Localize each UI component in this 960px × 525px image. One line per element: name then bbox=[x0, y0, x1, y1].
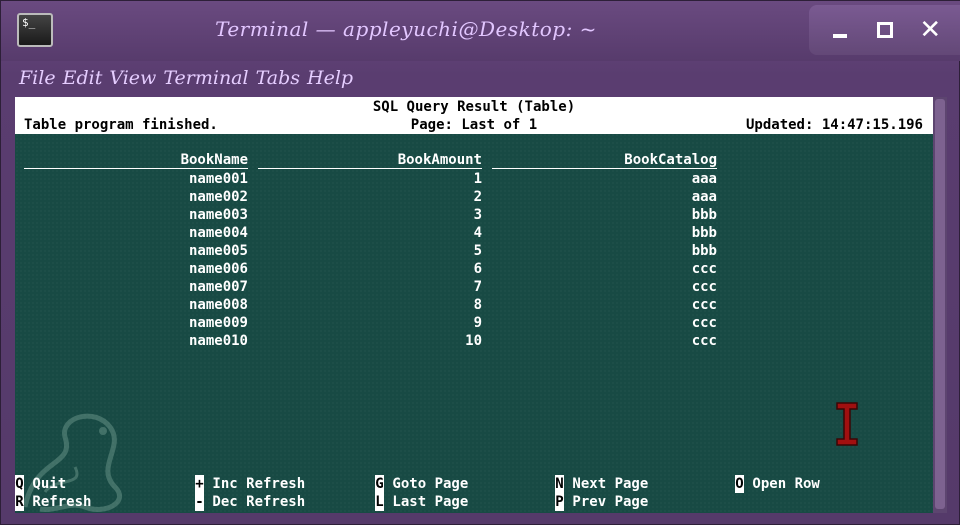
menu-help[interactable]: Help bbox=[307, 67, 353, 89]
cell-bookcatalog: ccc bbox=[691, 297, 717, 313]
close-icon: ✕ bbox=[919, 15, 942, 45]
cell-bookcatalog: ccc bbox=[691, 315, 717, 331]
terminal-output[interactable]: SQL Query Result (Table) Table program f… bbox=[15, 97, 933, 513]
cell-bookcatalog: ccc bbox=[691, 261, 717, 277]
shortcut-inc-refresh[interactable]: + Inc Refresh bbox=[195, 475, 305, 493]
shortcut-last-page[interactable]: L Last Page bbox=[375, 493, 468, 511]
maximize-icon bbox=[876, 22, 893, 38]
menu-view[interactable]: View bbox=[109, 67, 156, 89]
cell-bookcatalog: bbb bbox=[691, 207, 717, 223]
cell-bookcatalog: ccc bbox=[691, 333, 717, 349]
scrollbar-thumb[interactable] bbox=[935, 99, 945, 509]
shortcut-prev-page[interactable]: P Prev Page bbox=[555, 493, 648, 511]
cell-bookamount: 10 bbox=[465, 333, 482, 349]
cell-bookname: name006 bbox=[188, 261, 248, 277]
updated-timestamp: Updated: 14:47:15.196 bbox=[745, 117, 923, 133]
cell-bookname: name003 bbox=[188, 207, 248, 223]
menu-terminal[interactable]: Terminal bbox=[163, 67, 248, 89]
window-title: Terminal — appleyuchi@Desktop: ~ bbox=[215, 17, 597, 41]
shortcut-goto-page[interactable]: G Goto Page bbox=[375, 475, 468, 493]
result-title: SQL Query Result (Table) bbox=[372, 99, 576, 115]
cell-bookamount: 7 bbox=[473, 279, 482, 295]
maximize-button[interactable] bbox=[868, 13, 902, 47]
column-header-bookname: BookName bbox=[24, 152, 248, 169]
cell-bookamount: 5 bbox=[473, 243, 482, 259]
window-controls: ✕ bbox=[809, 5, 960, 55]
column-header-bookcatalog: BookCatalog bbox=[492, 152, 717, 169]
keyboard-shortcuts: Q Quit R Refresh + Inc Refresh - Dec Ref… bbox=[15, 475, 933, 513]
cell-bookname: name002 bbox=[188, 189, 248, 205]
cell-bookamount: 9 bbox=[473, 315, 482, 331]
cell-bookcatalog: aaa bbox=[691, 171, 717, 187]
shortcut-refresh[interactable]: R Refresh bbox=[15, 493, 91, 511]
menu-tabs[interactable]: Tabs bbox=[256, 67, 300, 89]
cell-bookname: name010 bbox=[188, 333, 248, 349]
title-bar[interactable]: $_ Terminal — appleyuchi@Desktop: ~ ✕ bbox=[1, 1, 960, 61]
cell-bookname: name001 bbox=[188, 171, 248, 187]
column-header-bookamount: BookAmount bbox=[258, 152, 482, 169]
cell-bookamount: 8 bbox=[473, 297, 482, 313]
cell-bookcatalog: bbb bbox=[691, 225, 717, 241]
cell-bookname: name004 bbox=[188, 225, 248, 241]
cell-bookcatalog: bbb bbox=[691, 243, 717, 259]
shortcut-open-row[interactable]: O Open Row bbox=[735, 475, 820, 493]
cell-bookcatalog: ccc bbox=[691, 279, 717, 295]
close-button[interactable]: ✕ bbox=[913, 13, 947, 47]
menu-bar: File Edit View Terminal Tabs Help bbox=[1, 61, 960, 95]
minimize-icon bbox=[832, 34, 847, 38]
shortcut-next-page[interactable]: N Next Page bbox=[555, 475, 648, 493]
cell-bookname: name009 bbox=[188, 315, 248, 331]
cell-bookamount: 1 bbox=[473, 171, 482, 187]
cell-bookname: name005 bbox=[188, 243, 248, 259]
cell-bookamount: 6 bbox=[473, 261, 482, 277]
cell-bookcatalog: aaa bbox=[691, 189, 717, 205]
text-cursor-icon bbox=[836, 402, 858, 446]
vertical-scrollbar[interactable] bbox=[933, 97, 947, 513]
shortcut-quit[interactable]: Q Quit bbox=[15, 475, 66, 493]
menu-edit[interactable]: Edit bbox=[63, 67, 103, 89]
cell-bookamount: 2 bbox=[473, 189, 482, 205]
minimize-button[interactable] bbox=[823, 13, 857, 47]
cell-bookamount: 4 bbox=[473, 225, 482, 241]
shortcut-dec-refresh[interactable]: - Dec Refresh bbox=[195, 493, 305, 511]
cell-bookname: name008 bbox=[188, 297, 248, 313]
cell-bookamount: 3 bbox=[473, 207, 482, 223]
cell-bookname: name007 bbox=[188, 279, 248, 295]
result-header: SQL Query Result (Table) Table program f… bbox=[15, 97, 933, 134]
terminal-window: $_ Terminal — appleyuchi@Desktop: ~ ✕ Fi… bbox=[0, 0, 960, 525]
menu-file[interactable]: File bbox=[19, 67, 56, 89]
